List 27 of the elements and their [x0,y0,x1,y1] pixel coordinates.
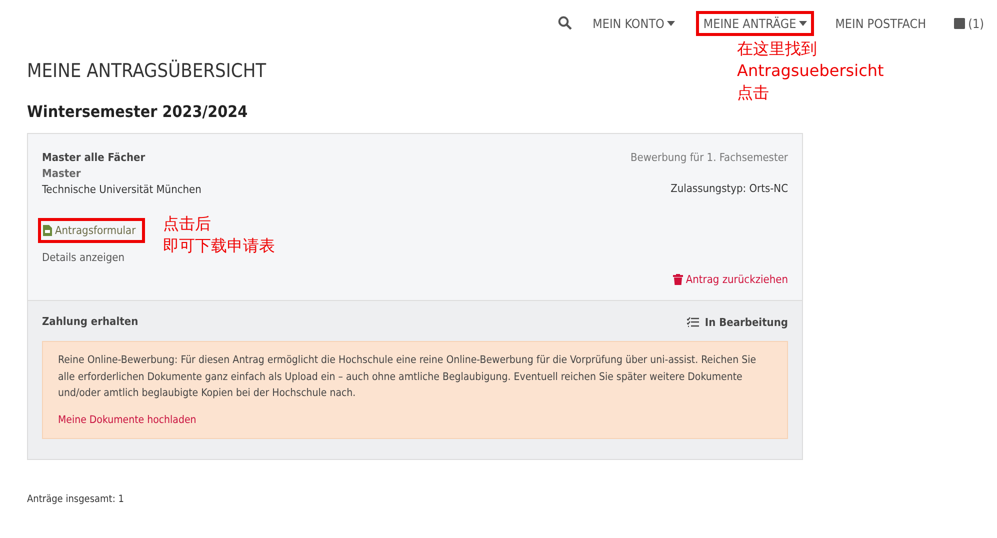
withdraw-link[interactable]: Antrag zurückziehen [630,273,788,286]
cart-link[interactable]: (1) [947,10,991,36]
search-icon[interactable] [558,16,572,30]
checklist-icon [686,317,699,327]
annotation-text: 在这里找到 [737,38,818,60]
document-icon [43,225,52,236]
university-name: Technische Universität München [42,182,202,198]
payment-status: Zahlung erhalten [42,314,138,330]
degree-label: Master [42,166,82,182]
form-link[interactable]: Antragsformular [38,218,145,243]
nav-link[interactable]: MEIN KONTO [586,10,682,36]
admission-type: Zulassungstyp: Orts-NC [670,181,788,197]
nav-link[interactable]: MEINE ANTRÄGE [696,10,814,36]
trash-icon [672,274,683,285]
annotation-text: 即可下载申请表 [163,235,275,257]
application-type: Bewerbung für 1. Fachsemester [630,150,788,166]
annotation-text: 点击后 [163,213,212,235]
program-name: Master alle Fächer [42,150,146,166]
semester-heading: Wintersemester 2023/2024 [27,102,249,121]
box-icon [954,18,966,28]
total-count: Anträge insgesamt: 1 [26,493,125,505]
nav-link[interactable]: MEIN POSTFACH [828,10,934,36]
notice-text: Reine Online-Bewerbung: Für diesen Antrag ermöglicht die Hochschule eine reine Online-Bewerbung für die Vorprüfung über uni-assist. Reichen Sie alle erforderlichen Dokumente ganz einfach als Upload ein – auch ohne amtliche Beglaubigung. Eventuell reichen Sie später weitere Dokumente und/oder amtlich beglaubigte Kopien bei der Hochschule nach. [58,353,758,401]
annotation-text: 点击 [737,82,770,104]
annotation-text: Antragsuebersicht [737,60,884,82]
processing-status: In Bearbeitung [704,316,788,328]
upload-link[interactable]: Meine Dokumente hochladen [58,412,196,428]
